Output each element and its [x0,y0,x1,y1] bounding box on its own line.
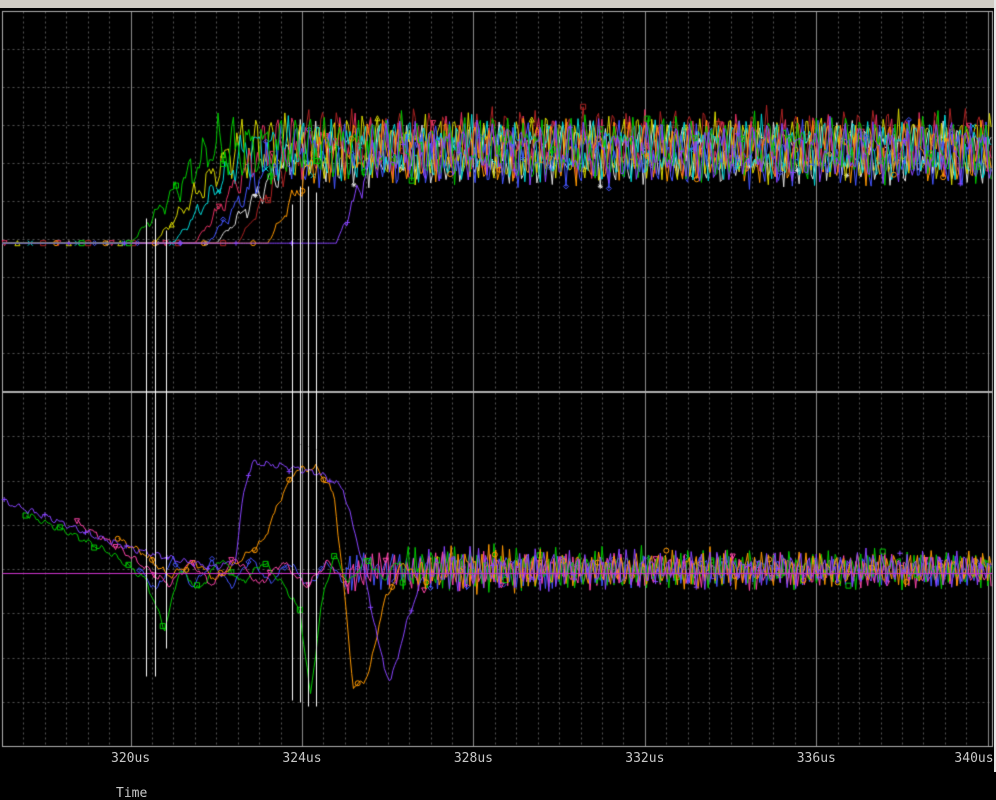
waveform-viewer: 320us 324us 328us 332us 336us 340us Time [0,0,996,800]
x-tick-label: 340us [954,751,994,766]
x-tick-label: 324us [282,751,322,766]
x-axis-tick-row: 320us 324us 328us 332us 336us 340us [0,751,996,769]
x-tick-label: 332us [625,751,665,766]
x-tick-label: 336us [796,751,836,766]
x-tick-label: 320us [110,751,151,766]
x-axis-title: Time [116,786,148,800]
window-top-edge [0,0,996,10]
waveform-plot-canvas[interactable] [0,0,996,800]
x-tick-label: 328us [453,751,493,766]
